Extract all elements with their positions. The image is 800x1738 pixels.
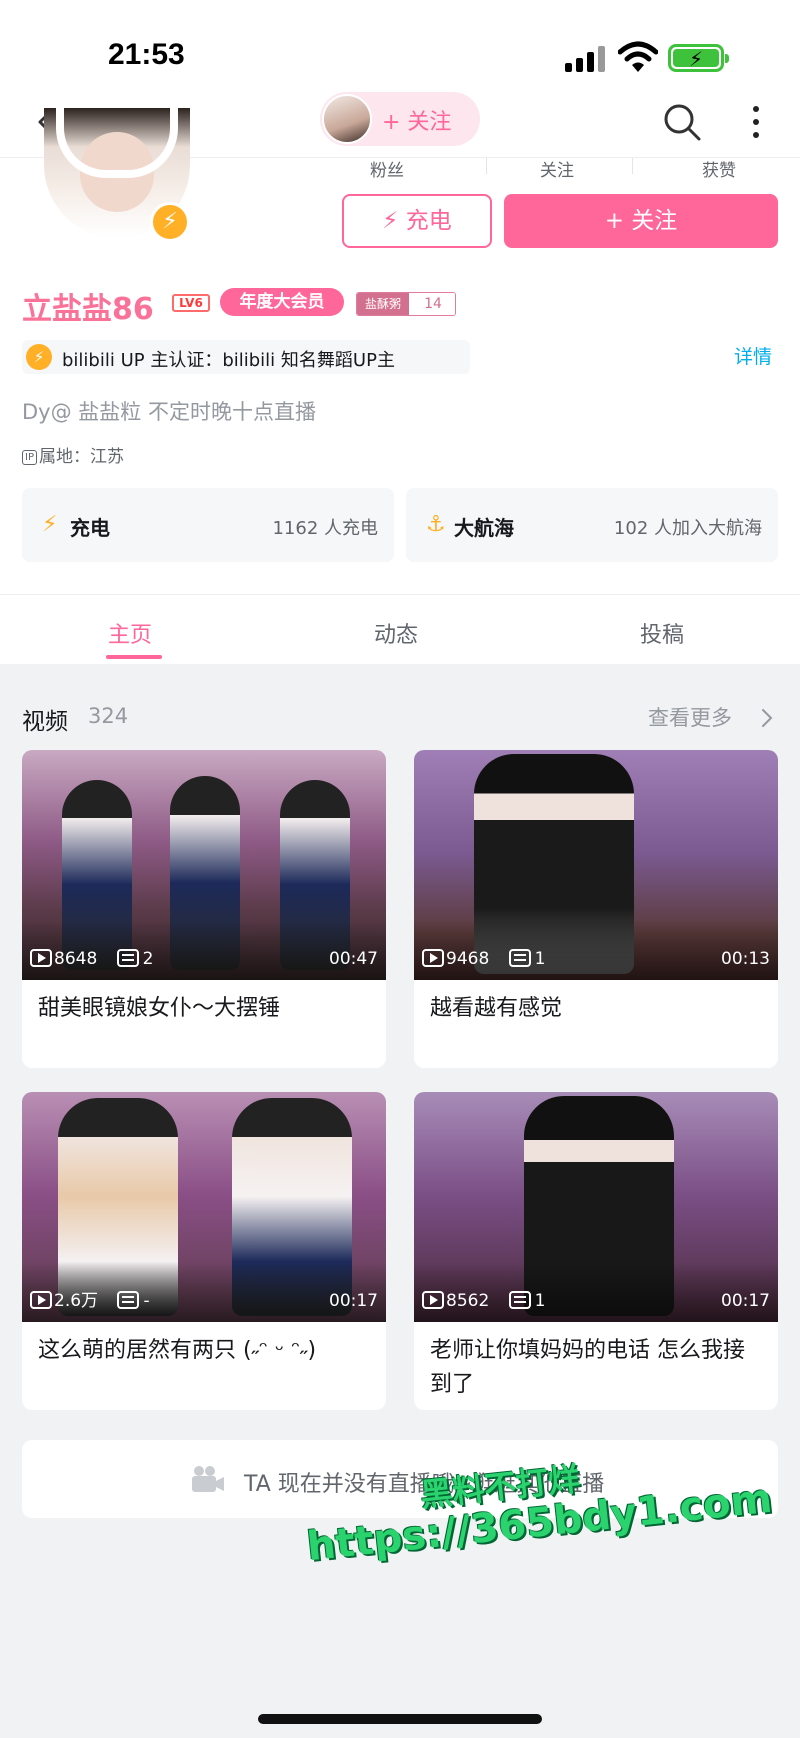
play-count: 8648 xyxy=(54,949,98,969)
danmaku-icon xyxy=(116,949,139,967)
video-duration: 00:13 xyxy=(721,949,770,969)
lightning-icon: ⚡ xyxy=(382,208,399,234)
video-card[interactable]: 2.6万 - 00:17 这么萌的居然有两只 (˶ᵔ ᵕ ᵔ˶) xyxy=(22,1092,386,1410)
videos-section-count: 324 xyxy=(88,704,129,728)
play-count: 2.6万 xyxy=(54,1291,99,1311)
danmaku-icon xyxy=(117,1291,140,1309)
fan-medal[interactable]: 盐酥粥 14 xyxy=(356,292,456,316)
detail-link[interactable]: 详情 xyxy=(734,342,772,369)
username: 立盐盐86 xyxy=(22,292,154,327)
search-icon[interactable] xyxy=(660,100,704,144)
chevron-right-icon[interactable] xyxy=(758,706,776,730)
video-card[interactable]: 8562 1 00:17 老师让你填妈妈的电话 怎么我接到了 xyxy=(414,1092,778,1410)
captain-card-title: 大航海 xyxy=(454,516,514,540)
lightning-icon: ⚡ xyxy=(42,512,58,537)
video-thumbnail: 8562 1 00:17 xyxy=(414,1092,778,1322)
ip-location-text: 属地：江苏 xyxy=(38,447,124,467)
play-count-icon xyxy=(422,949,444,967)
ip-tag: IP xyxy=(22,450,37,465)
nav-follow-pill[interactable]: + 关注 xyxy=(320,92,480,146)
tab-uploads[interactable]: 投稿 xyxy=(640,617,684,649)
video-card[interactable]: 8648 2 00:47 甜美眼镜娘女仆～大摆锤 xyxy=(22,750,386,1068)
video-thumbnail: 8648 2 00:47 xyxy=(22,750,386,980)
video-title: 越看越有感觉 xyxy=(430,996,563,1021)
play-count-icon xyxy=(30,949,52,967)
video-duration: 00:17 xyxy=(329,1291,378,1311)
stats-row: 粉丝 关注 获赞 xyxy=(340,156,780,181)
wifi-icon xyxy=(618,41,658,72)
charge-card-count: 1162 人充电 xyxy=(272,518,378,539)
video-meta: 8648 2 xyxy=(30,946,154,972)
stat-following-label[interactable]: 关注 xyxy=(540,156,574,181)
live-camera-icon xyxy=(192,1466,224,1492)
video-duration: 00:17 xyxy=(721,1291,770,1311)
danmaku-count: 2 xyxy=(142,949,154,969)
video-title: 甜美眼镜娘女仆～大摆锤 xyxy=(38,996,281,1021)
play-count-icon xyxy=(30,1291,52,1309)
tab-indicator xyxy=(106,655,162,659)
anchor-icon: ⚓ xyxy=(426,512,446,537)
cellular-signal-icon xyxy=(565,46,607,72)
bio-text: Dy@ 盐盐粒 不定时晚十点直播 xyxy=(22,400,316,424)
follow-button[interactable]: + 关注 xyxy=(504,194,778,248)
video-meta: 2.6万 - xyxy=(30,1288,150,1314)
battery-icon: ⚡ xyxy=(668,44,729,72)
captain-card[interactable]: ⚓ 大航海 102 人加入大航海 xyxy=(406,488,778,562)
level-badge: LV6 xyxy=(172,294,210,312)
video-thumbnail: 2.6万 - 00:17 xyxy=(22,1092,386,1322)
captain-card-count: 102 人加入大航海 xyxy=(613,518,762,539)
play-count: 9468 xyxy=(446,949,490,969)
fan-medal-name: 盐酥粥 xyxy=(357,293,409,315)
see-more-link[interactable]: 查看更多 xyxy=(648,702,732,732)
ip-location: IP 属地：江苏 xyxy=(22,442,124,467)
charge-card[interactable]: ⚡ 充电 1162 人充电 xyxy=(22,488,394,562)
certification-row: ⚡ bilibili UP 主认证：bilibili 知名舞蹈UP主 xyxy=(22,340,470,374)
video-duration: 00:47 xyxy=(329,949,378,969)
certified-lightning-icon: ⚡ xyxy=(26,344,52,370)
video-title: 老师让你填妈妈的电话 怎么我接到了 xyxy=(430,1338,745,1397)
danmaku-icon xyxy=(508,1291,531,1309)
tab-dynamics[interactable]: 动态 xyxy=(374,617,418,649)
vip-badge[interactable]: 年度大会员 xyxy=(220,288,344,316)
stat-fans-label[interactable]: 粉丝 xyxy=(370,156,404,181)
play-count-icon xyxy=(422,1291,444,1309)
video-title: 这么萌的居然有两只 (˶ᵔ ᵕ ᵔ˶) xyxy=(38,1338,317,1363)
danmaku-count: 1 xyxy=(534,949,546,969)
nav-follow-label: + 关注 xyxy=(382,110,452,135)
divider xyxy=(486,158,487,174)
status-time: 21:53 xyxy=(108,38,185,71)
video-thumbnail: 9468 1 00:13 xyxy=(414,750,778,980)
certification-text: bilibili UP 主认证：bilibili 知名舞蹈UP主 xyxy=(62,350,395,371)
charge-card-title: 充电 xyxy=(70,516,110,540)
tab-bar: 主页 动态 投稿 xyxy=(0,594,800,664)
tab-home[interactable]: 主页 xyxy=(108,617,152,649)
divider xyxy=(632,158,633,174)
danmaku-count: 1 xyxy=(534,1291,546,1311)
more-options-icon[interactable] xyxy=(744,102,768,142)
home-indicator xyxy=(258,1714,542,1724)
danmaku-count: - xyxy=(143,1291,150,1311)
stat-likes-label: 获赞 xyxy=(702,161,736,181)
danmaku-icon xyxy=(508,949,531,967)
play-count: 8562 xyxy=(446,1291,490,1311)
videos-section-title: 视频 xyxy=(22,709,68,735)
nav-avatar xyxy=(322,94,372,144)
charge-button[interactable]: ⚡ 充电 xyxy=(342,194,492,248)
charge-button-label: 充电 xyxy=(405,208,452,234)
fan-medal-level: 14 xyxy=(409,293,455,315)
verified-lightning-icon: ⚡ xyxy=(150,202,190,242)
video-meta: 8562 1 xyxy=(422,1288,546,1314)
video-card[interactable]: 9468 1 00:13 越看越有感觉 xyxy=(414,750,778,1068)
video-meta: 9468 1 xyxy=(422,946,546,972)
status-bar: 21:53 ⚡ xyxy=(0,0,800,90)
